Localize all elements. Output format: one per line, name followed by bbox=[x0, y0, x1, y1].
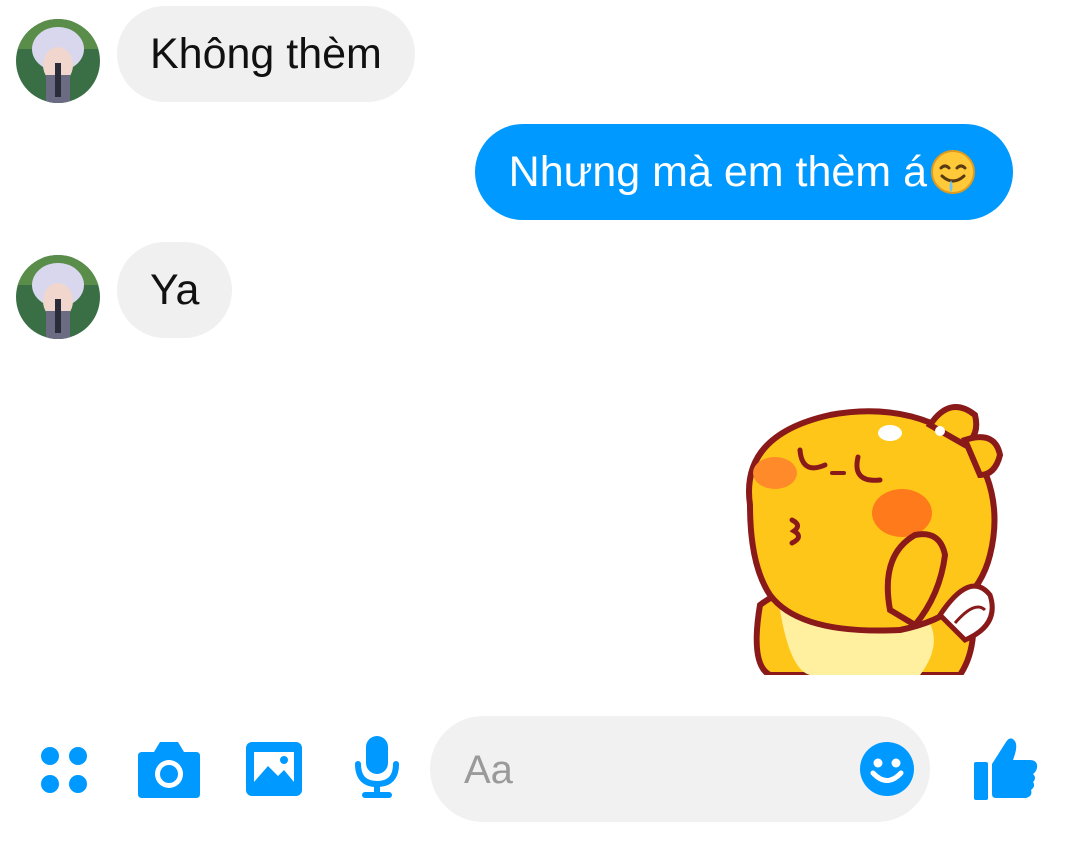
incoming-message-bubble[interactable]: Ya bbox=[117, 242, 233, 338]
emoji-icon[interactable] bbox=[858, 740, 916, 798]
contact-avatar[interactable] bbox=[16, 255, 100, 339]
message-text: Ya bbox=[150, 266, 200, 314]
camera-icon[interactable] bbox=[136, 738, 202, 800]
more-apps-icon[interactable] bbox=[36, 742, 92, 798]
gallery-icon[interactable] bbox=[244, 740, 304, 798]
qoobee-kiss-sticker[interactable] bbox=[740, 395, 1010, 675]
microphone-icon[interactable] bbox=[352, 734, 402, 800]
outgoing-message-bubble[interactable]: Nhưng mà em thèm á bbox=[474, 124, 1013, 220]
message-input[interactable] bbox=[462, 744, 846, 796]
drooling-face-emoji-icon bbox=[931, 150, 975, 194]
contact-avatar[interactable] bbox=[16, 19, 100, 103]
message-text: Nhưng mà em thèm á bbox=[508, 148, 927, 196]
incoming-message-bubble[interactable]: Không thèm bbox=[117, 6, 415, 102]
like-icon[interactable] bbox=[972, 734, 1040, 802]
message-input-container[interactable] bbox=[430, 716, 930, 822]
message-text: Không thèm bbox=[150, 30, 382, 78]
